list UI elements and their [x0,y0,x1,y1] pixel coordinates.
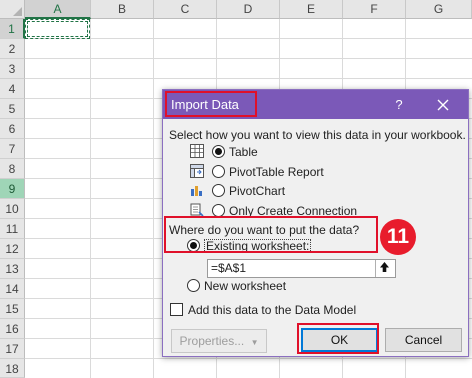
pivottable-icon [190,164,204,178]
column-header-a[interactable]: A [25,0,91,19]
radio-pivotchart[interactable] [212,184,225,197]
row-header-8[interactable]: 8 [0,159,25,179]
row-header-13[interactable]: 13 [0,259,25,279]
column-header-c[interactable]: C [154,0,217,19]
row-header-16[interactable]: 16 [0,319,25,339]
dropdown-arrow-icon: ▼ [250,338,259,347]
option-new-worksheet-label[interactable]: New worksheet [204,279,286,293]
option-table-label[interactable]: Table [229,145,258,159]
row-header-5[interactable]: 5 [0,99,25,119]
row-header-4[interactable]: 4 [0,79,25,99]
title-highlight-box [165,91,257,117]
row-header-2[interactable]: 2 [0,39,25,59]
cell-reference-input[interactable]: =$A$1 [207,259,396,278]
view-prompt: Select how you want to view this data in… [169,128,466,142]
column-header-e[interactable]: E [280,0,343,19]
row-header-14[interactable]: 14 [0,279,25,299]
properties-button[interactable]: Properties... ▼ [171,329,267,353]
row-header-11[interactable]: 11 [0,219,25,239]
radio-table[interactable] [212,145,225,158]
row-header-6[interactable]: 6 [0,119,25,139]
data-model-label[interactable]: Add this data to the Data Model [188,303,356,317]
data-model-checkbox[interactable] [170,303,183,316]
option-pivotchart-label[interactable]: PivotChart [229,184,285,198]
row-header-1[interactable]: 1 [0,19,25,39]
gridline [25,58,472,59]
radio-new-worksheet[interactable] [187,279,200,292]
selected-cell-a1[interactable] [25,19,90,39]
cancel-button[interactable]: Cancel [385,328,462,352]
row-header-17[interactable]: 17 [0,339,25,359]
row-header-9[interactable]: 9 [0,179,25,199]
connection-icon [190,203,204,217]
gridline [25,78,472,79]
option-pivottable-label[interactable]: PivotTable Report [229,165,324,179]
row-header-10[interactable]: 10 [0,199,25,219]
location-highlight-box [164,216,378,253]
row-header-3[interactable]: 3 [0,59,25,79]
collapse-arrow-icon [380,262,389,272]
collapse-dialog-button[interactable] [375,260,394,277]
column-header-d[interactable]: D [217,0,280,19]
radio-pivottable[interactable] [212,165,225,178]
column-header-b[interactable]: B [91,0,154,19]
step-badge: 11 [380,219,416,255]
row-header-12[interactable]: 12 [0,239,25,259]
dialog-titlebar[interactable]: Import Data ? [163,90,468,119]
select-all-corner[interactable] [0,0,25,19]
gridline [25,358,472,359]
import-data-dialog: Import Data ? Select how you want to vie… [162,89,469,357]
pivotchart-icon [191,186,202,196]
table-icon [190,144,204,158]
column-header-f[interactable]: F [343,0,406,19]
row-header-15[interactable]: 15 [0,299,25,319]
column-header-g[interactable]: G [406,0,472,19]
close-button[interactable] [431,90,455,119]
properties-label: Properties... [179,334,245,348]
ok-highlight-box [297,323,379,354]
gridline [25,38,472,39]
select-all-triangle-icon [13,7,22,16]
row-header-18[interactable]: 18 [0,359,25,378]
help-button[interactable]: ? [388,90,410,119]
close-icon [437,99,449,111]
row-header-7[interactable]: 7 [0,139,25,159]
